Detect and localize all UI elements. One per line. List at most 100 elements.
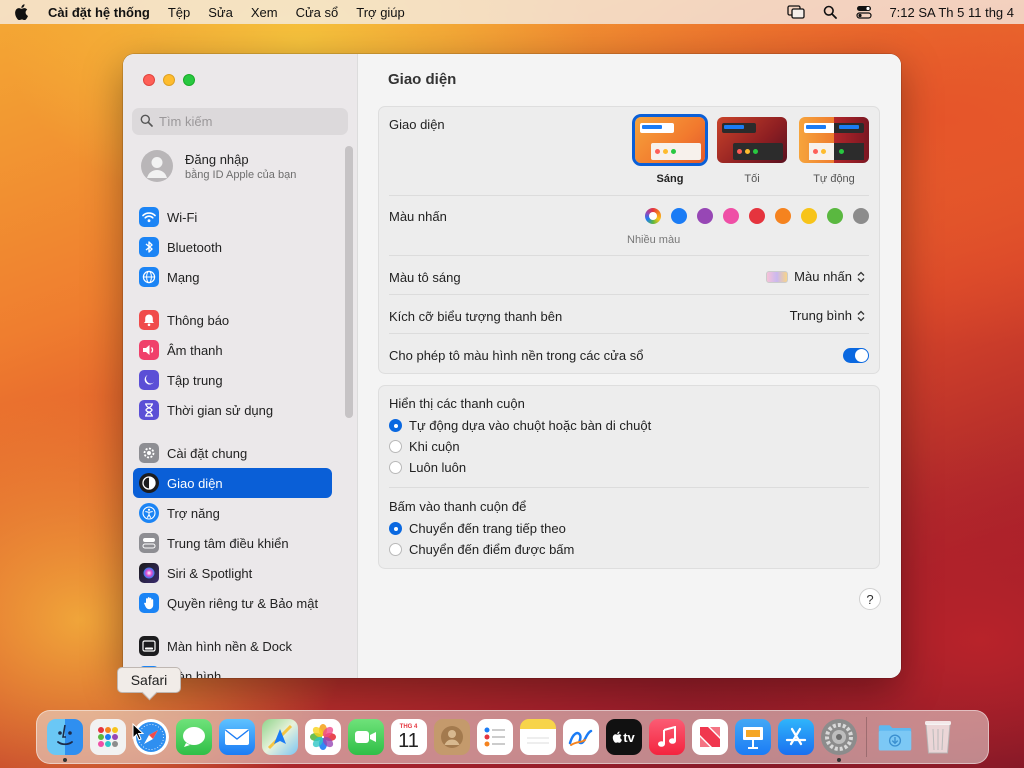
finder-icon[interactable]	[46, 719, 83, 762]
accent-graphite-swatch[interactable]	[853, 208, 869, 224]
appearance-light-label: Sáng	[656, 173, 684, 185]
music-icon[interactable]	[648, 719, 685, 755]
auto-theme-thumbnail	[799, 117, 869, 163]
mail-icon[interactable]	[218, 719, 255, 755]
calendar-day: 11	[398, 730, 419, 752]
sidebar-icon-size-label: Kích cỡ biểu tượng thanh bên	[389, 309, 563, 324]
avatar-icon	[141, 150, 173, 182]
appearance-dark-option[interactable]: Tối	[717, 117, 787, 185]
radio-button[interactable]	[389, 522, 402, 535]
menu-clock[interactable]: 7:12 SA Th 5 11 thg 4	[889, 5, 1014, 20]
bell-icon	[139, 310, 159, 330]
sidebar-item-screen-time[interactable]: Thời gian sử dụng	[133, 395, 332, 425]
maps-icon[interactable]	[261, 719, 298, 755]
sidebar-icon-size-popup[interactable]: Trung bình	[790, 308, 867, 323]
sidebar-item-sound[interactable]: Âm thanh	[133, 335, 332, 365]
gear-icon	[139, 443, 159, 463]
menu-view[interactable]: Xem	[251, 5, 278, 20]
accent-blue-swatch[interactable]	[671, 208, 687, 224]
menu-help[interactable]: Trợ giúp	[356, 5, 405, 20]
sidebar-item-network[interactable]: Mạng	[133, 262, 332, 292]
dock: THG 4 11 tv	[36, 710, 989, 764]
help-button[interactable]: ?	[859, 588, 881, 610]
sidebar-item-label: Bluetooth	[167, 239, 222, 255]
radio-button[interactable]	[389, 461, 402, 474]
sidebar: Đăng nhập bằng ID Apple của bạn Wi-Fi Bl…	[123, 54, 358, 678]
downloads-folder-icon[interactable]	[877, 719, 913, 755]
messages-icon[interactable]	[175, 719, 212, 755]
sidebar-item-bluetooth[interactable]: Bluetooth	[133, 232, 332, 262]
system-settings-icon[interactable]	[820, 719, 857, 762]
search-input[interactable]	[159, 114, 339, 129]
mouse-cursor-icon	[132, 722, 145, 744]
app-store-icon[interactable]	[777, 719, 814, 755]
wallpaper-tinting-toggle[interactable]	[843, 348, 869, 363]
reminders-icon[interactable]	[476, 719, 513, 755]
apple-id-login[interactable]: Đăng nhập bằng ID Apple của bạn	[141, 150, 296, 182]
accent-green-swatch[interactable]	[827, 208, 843, 224]
calendar-icon[interactable]: THG 4 11	[390, 719, 427, 755]
sidebar-item-siri-spotlight[interactable]: Siri & Spotlight	[133, 558, 332, 588]
appearance-light-option[interactable]: Sáng	[632, 114, 708, 185]
search-field[interactable]	[132, 108, 348, 135]
appearance-settings-group: Giao diện Sáng Tối Tự động Màu nhấn Nhiề…	[378, 106, 880, 374]
control-center-icon	[139, 533, 159, 553]
sidebar-item-control-center[interactable]: Trung tâm điều khiển	[133, 528, 332, 558]
sidebar-item-wifi[interactable]: Wi-Fi	[133, 202, 332, 232]
highlight-color-swatch	[766, 270, 789, 283]
apple-menu-icon[interactable]	[14, 4, 28, 20]
sidebar-item-privacy-security[interactable]: Quyền riêng tư & Bảo mật	[133, 588, 332, 618]
sidebar-item-notifications[interactable]: Thông báo	[133, 305, 332, 335]
accent-pink-swatch[interactable]	[723, 208, 739, 224]
accent-orange-swatch[interactable]	[775, 208, 791, 224]
screen-mirroring-icon[interactable]	[787, 5, 806, 19]
accent-purple-swatch[interactable]	[697, 208, 713, 224]
freeform-icon[interactable]	[562, 719, 599, 755]
news-icon[interactable]	[691, 719, 728, 755]
scroll-option-automatic[interactable]: Tự động dựa vào chuột hoặc bàn di chuột	[389, 418, 651, 433]
notes-icon[interactable]	[519, 719, 556, 755]
appearance-dark-label: Tối	[744, 173, 760, 185]
launchpad-icon[interactable]	[89, 719, 126, 755]
click-option-clicked-spot[interactable]: Chuyển đến điểm được bấm	[389, 542, 574, 557]
sidebar-item-focus[interactable]: Tập trung	[133, 365, 332, 395]
divider	[389, 294, 869, 295]
sidebar-item-desktop-dock[interactable]: Màn hình nền & Dock	[133, 631, 332, 661]
radio-button[interactable]	[389, 440, 402, 453]
menu-app-name[interactable]: Cài đặt hệ thống	[48, 5, 150, 20]
radio-button[interactable]	[389, 543, 402, 556]
facetime-icon[interactable]	[347, 719, 384, 755]
spotlight-search-icon[interactable]	[821, 5, 839, 19]
menu-file[interactable]: Tệp	[168, 5, 190, 20]
menu-window[interactable]: Cửa sổ	[296, 5, 339, 20]
photos-icon[interactable]	[304, 719, 341, 755]
contacts-icon[interactable]	[433, 719, 470, 755]
sidebar-item-general[interactable]: Cài đặt chung	[133, 438, 332, 468]
menu-edit[interactable]: Sửa	[208, 5, 233, 20]
sidebar-scrollbar[interactable]	[345, 146, 353, 418]
scroll-option-always[interactable]: Luôn luôn	[389, 460, 466, 475]
apple-tv-icon[interactable]: tv	[605, 719, 642, 755]
zoom-button[interactable]	[183, 74, 195, 86]
scroll-option-when-scrolling[interactable]: Khi cuộn	[389, 439, 460, 454]
click-option-next-page[interactable]: Chuyển đến trang tiếp theo	[389, 521, 566, 536]
sidebar-icon-size-value: Trung bình	[789, 308, 852, 323]
accent-yellow-swatch[interactable]	[801, 208, 817, 224]
sidebar-item-appearance[interactable]: Giao diện	[133, 468, 332, 498]
control-center-icon[interactable]	[855, 5, 873, 19]
minimize-button[interactable]	[163, 74, 175, 86]
sidebar-item-label: Màn hình nền & Dock	[167, 638, 293, 654]
accent-red-swatch[interactable]	[749, 208, 765, 224]
sidebar-item-accessibility[interactable]: Trợ năng	[133, 498, 332, 528]
page-title: Giao diện	[388, 71, 457, 88]
highlight-color-popup[interactable]: Màu nhấn	[766, 269, 867, 284]
sidebar-item-label: Wi-Fi	[167, 209, 198, 225]
appearance-auto-option[interactable]: Tự động	[799, 117, 869, 185]
radio-button[interactable]	[389, 419, 402, 432]
hand-icon	[139, 593, 159, 613]
trash-icon[interactable]	[920, 719, 956, 755]
keynote-icon[interactable]	[734, 719, 771, 755]
appearance-icon	[139, 473, 159, 493]
close-button[interactable]	[143, 74, 155, 86]
accent-multicolor-swatch[interactable]	[645, 208, 661, 224]
